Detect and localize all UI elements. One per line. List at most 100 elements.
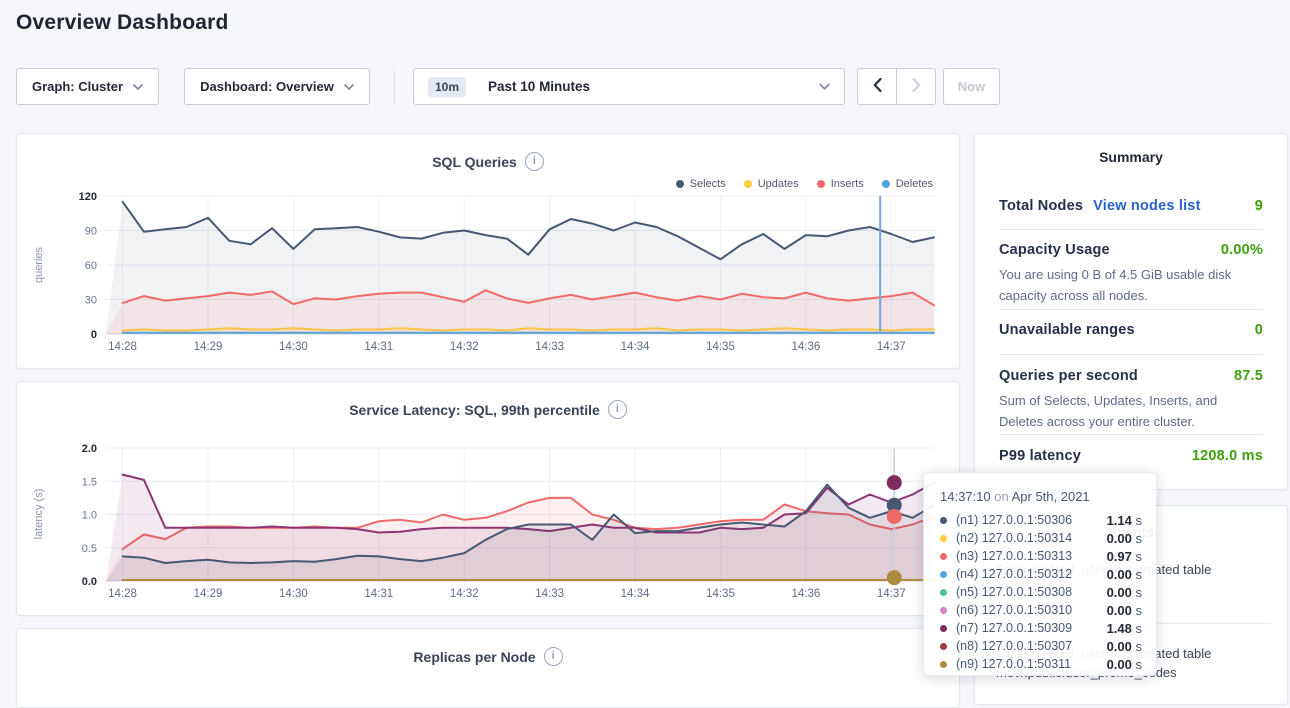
tooltip-node-row: (n3) 127.0.0.1:503130.97 s [940, 547, 1142, 565]
svg-text:14:28: 14:28 [108, 341, 137, 353]
tooltip-node-address: (n4) 127.0.0.1:50312 [956, 567, 1072, 581]
x-tick-labels: 14:2814:2914:3014:3114:3214:3314:3414:35… [108, 341, 906, 353]
svg-text:14:35: 14:35 [706, 588, 735, 600]
tooltip-timestamp: 14:37:10 on Apr 5th, 2021 [940, 489, 1090, 504]
summary-row-label: P99 latency [999, 448, 1081, 464]
summary-row: Unavailable ranges 0 [999, 322, 1263, 338]
overview-dashboard-page: Overview Dashboard Graph: Cluster Dashbo… [0, 0, 1290, 689]
svg-text:14:31: 14:31 [364, 588, 393, 600]
svg-text:0.5: 0.5 [82, 543, 97, 555]
svg-text:14:33: 14:33 [535, 588, 564, 600]
tooltip-node-address: (n7) 127.0.0.1:50309 [956, 621, 1072, 635]
page-title: Overview Dashboard [16, 11, 229, 35]
svg-text:14:33: 14:33 [535, 341, 564, 353]
summary-row: P99 latency 1208.0 ms [999, 448, 1263, 464]
tooltip-node-address: (n6) 127.0.0.1:50310 [956, 603, 1072, 617]
tooltip-node-value: 0.00 s [1107, 603, 1142, 618]
svg-text:2.0: 2.0 [82, 443, 97, 455]
tooltip-node-address: (n3) 127.0.0.1:50313 [956, 549, 1072, 563]
time-range-label: Past 10 Minutes [488, 79, 590, 94]
tooltip-node-value: 0.00 s [1107, 657, 1142, 672]
summary-divider [999, 229, 1263, 230]
tooltip-node-row: (n4) 127.0.0.1:50312 0.00 s [940, 565, 1142, 583]
summary-row-main: Total Nodes View nodes list 9 [999, 198, 1263, 214]
summary-row-value: 0.00% [1221, 242, 1263, 258]
time-range-badge: 10m [428, 77, 466, 97]
info-icon[interactable]: i [544, 647, 563, 666]
time-range-picker[interactable]: 10m Past 10 Minutes [413, 68, 845, 105]
summary-row-label: Queries per second [999, 368, 1138, 384]
tooltip-value-unit: s [1136, 639, 1143, 654]
node-series-dot-icon [940, 535, 947, 542]
node-series-dot-icon [940, 643, 947, 650]
summary-row-subtext: Sum of Selects, Updates, Inserts, and De… [999, 390, 1263, 432]
summary-row-value: 0 [1255, 322, 1263, 338]
sql-queries-chart-card: SQL Queries i SelectsUpdatesInsertsDelet… [16, 133, 960, 369]
node-series-dot-icon [940, 661, 947, 668]
svg-text:14:32: 14:32 [450, 341, 479, 353]
dashboard-selector-dropdown[interactable]: Dashboard: Overview [184, 68, 370, 105]
tooltip-node-value: 1.14 s [1107, 513, 1142, 528]
tooltip-value-unit: s [1136, 567, 1143, 582]
svg-text:14:29: 14:29 [194, 341, 223, 353]
chevron-down-icon [344, 84, 354, 90]
tooltip-node-row: (n7) 127.0.0.1:503091.48 s [940, 619, 1142, 637]
x-tick-labels: 14:2814:2914:3014:3114:3214:3314:3414:35… [108, 588, 906, 600]
time-step-buttons [857, 68, 936, 105]
node-series-dot-icon [940, 589, 947, 596]
summary-row-label: Total Nodes [999, 198, 1083, 214]
node-series-dot-icon [940, 607, 947, 614]
chart-hover-tooltip: 14:37:10 on Apr 5th, 2021 (n1) 127.0.0.1… [923, 472, 1157, 676]
summary-row-label: Unavailable ranges [999, 322, 1135, 338]
summary-row-value: 9 [1255, 198, 1263, 214]
tooltip-value-unit: s [1136, 531, 1143, 546]
sql-queries-chart[interactable]: 030609012014:2814:2914:3014:3114:3214:33… [17, 134, 959, 368]
summary-row-main: Capacity Usage0.00% [999, 242, 1263, 258]
view-nodes-list-link[interactable]: View nodes list [1093, 198, 1201, 214]
tooltip-value-unit: s [1136, 549, 1143, 564]
node-series-dot-icon [940, 571, 947, 578]
summary-row: Total Nodes View nodes list 9 [999, 198, 1263, 214]
tooltip-node-value: 0.00 s [1107, 567, 1142, 582]
node-series-dot-icon [940, 517, 947, 524]
svg-text:14:37: 14:37 [877, 588, 906, 600]
tooltip-value-unit: s [1136, 585, 1143, 600]
summary-divider [999, 309, 1263, 310]
node-series-dot-icon [940, 553, 947, 560]
summary-row-main: Unavailable ranges 0 [999, 322, 1263, 338]
tooltip-node-row: (n9) 127.0.0.1:503110.00 s [940, 655, 1142, 673]
now-button[interactable]: Now [943, 68, 1000, 105]
service-latency-chart-card: Service Latency: SQL, 99th percentile i … [16, 381, 960, 616]
chevron-left-icon [873, 78, 882, 95]
svg-text:14:28: 14:28 [108, 588, 137, 600]
replicas-per-node-chart-card: Replicas per Node i [16, 628, 960, 708]
svg-text:30: 30 [85, 295, 97, 307]
svg-text:1.5: 1.5 [82, 476, 97, 488]
tooltip-node-row: (n5) 127.0.0.1:503080.00 s [940, 583, 1142, 601]
service-latency-chart[interactable]: 0.00.51.01.52.014:2814:2914:3014:3114:32… [17, 382, 959, 615]
summary-row-subtext: You are using 0 B of 4.5 GiB usable disk… [999, 264, 1263, 306]
tooltip-node-address: (n1) 127.0.0.1:50306 [956, 513, 1072, 527]
svg-text:14:31: 14:31 [364, 341, 393, 353]
summary-row-main: Queries per second87.5 [999, 368, 1263, 384]
tooltip-node-value: 0.00 s [1107, 639, 1142, 654]
y-tick-labels: 0306090120 [79, 191, 97, 341]
node-series-dot-icon [940, 625, 947, 632]
svg-text:14:34: 14:34 [621, 341, 650, 353]
tooltip-node-row: (n6) 127.0.0.1:50310 0.00 s [940, 601, 1142, 619]
tooltip-node-address: (n5) 127.0.0.1:50308 [956, 585, 1072, 599]
time-next-button[interactable] [896, 68, 936, 105]
svg-text:14:37: 14:37 [877, 341, 906, 353]
chart-header: Replicas per Node i [17, 647, 959, 666]
time-prev-button[interactable] [857, 68, 897, 105]
chevron-down-icon [819, 83, 830, 90]
summary-row: Queries per second87.5 Sum of Selects, Up… [999, 368, 1263, 432]
dashboard-selector-label: Dashboard: Overview [200, 79, 334, 94]
tooltip-value-unit: s [1136, 657, 1143, 672]
tooltip-node-value: 0.00 s [1107, 531, 1142, 546]
svg-text:14:29: 14:29 [194, 588, 223, 600]
tooltip-node-address: (n8) 127.0.0.1:50307 [956, 639, 1072, 653]
summary-row-value: 1208.0 ms [1192, 448, 1263, 464]
svg-text:90: 90 [85, 226, 97, 238]
graph-selector-dropdown[interactable]: Graph: Cluster [16, 68, 159, 105]
